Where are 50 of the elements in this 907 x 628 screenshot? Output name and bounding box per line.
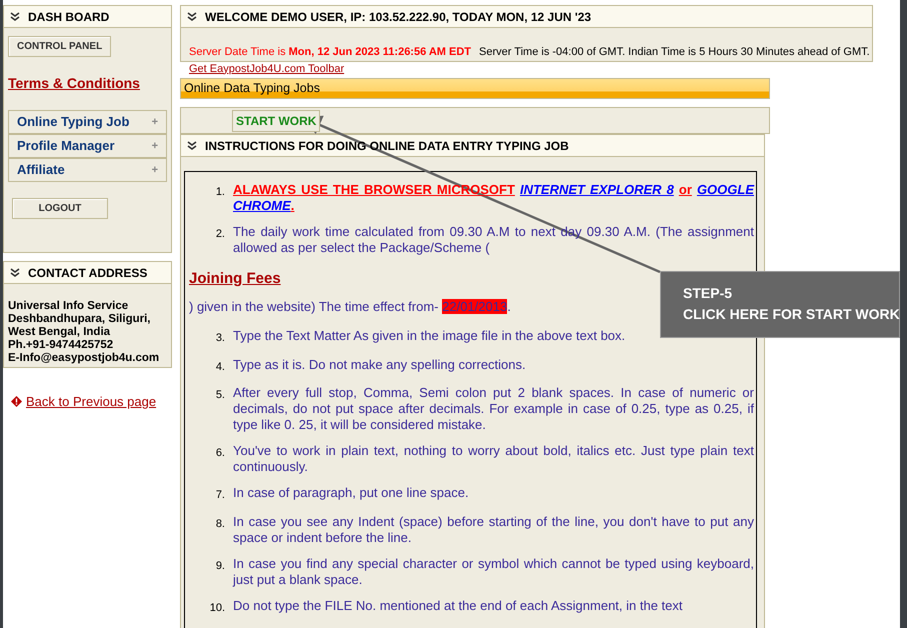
item-number: 9. bbox=[214, 558, 225, 574]
terms-link[interactable]: Terms & Conditions bbox=[8, 75, 140, 91]
instruction-text: You've to work in plain text, nothing to worry about bold, italics etc. Just type plain text continuously. bbox=[233, 443, 754, 475]
instruction-text: Do not type the FILE No. mentioned at the end of each Assignment, in the text bbox=[233, 598, 682, 615]
callout-step: STEP-5 bbox=[683, 283, 899, 304]
item-number: 1. bbox=[214, 185, 225, 200]
instruction-text: After every full stop, Comma, Semi colon put 2 blank spaces. In case of numeric or decimals, do not put space after decimals. For example in case of 0.25, type as 0.25, if type like 0. 25, it will be considered mistake. bbox=[233, 385, 754, 433]
panel-title: CONTACT ADDRESS bbox=[28, 264, 148, 282]
logout-button[interactable]: LOGOUT bbox=[12, 198, 108, 219]
panel-title: DASH BOARD bbox=[28, 8, 110, 26]
welcome-title: WELCOME DEMO USER, IP: 103.52.222.90, TODAY MON, 12 JUN '23 bbox=[205, 8, 592, 26]
menu-label: Affiliate bbox=[17, 161, 65, 180]
item-number: 10. bbox=[208, 600, 225, 616]
item-number: 3. bbox=[214, 331, 225, 346]
start-work-button[interactable]: START WORK bbox=[232, 110, 320, 132]
item-number: 7. bbox=[214, 488, 225, 503]
item-number: 8. bbox=[214, 516, 225, 532]
menu-label: Profile Manager bbox=[17, 137, 115, 156]
menu-item[interactable]: Online Typing Job + bbox=[8, 110, 167, 134]
item-number: 2. bbox=[214, 227, 225, 242]
instructions-title: INSTRUCTIONS FOR DOING ONLINE DATA ENTRY TYPING JOB bbox=[205, 138, 569, 154]
address-line: Deshbandhupara, Siliguri, bbox=[8, 313, 152, 326]
item-number: 5. bbox=[214, 388, 225, 403]
item-number: 6. bbox=[214, 446, 225, 461]
menu-item[interactable]: Affiliate + bbox=[8, 158, 167, 182]
jobs-bar-title: Online Data Typing Jobs bbox=[184, 81, 320, 95]
instruction-text: Type as it is. Do not make any spelling corrections. bbox=[233, 356, 526, 374]
instruction-text: In case you see any Indent (space) before starting of the line, you don't have to put any space or indent before the line. bbox=[233, 514, 754, 546]
instruction-text: Type the Text Matter As given in the image file in the above text box. bbox=[233, 328, 626, 345]
toolbar-link[interactable]: Get EaypostJob4U.com Toolbar bbox=[189, 62, 344, 74]
address-line: E-Info@easypostjob4u.com bbox=[8, 352, 160, 365]
chevron-down-icon bbox=[187, 140, 197, 150]
instruction-text: In case you find any special character or symbol which cannot be typed using keyboard, just put a blank space. bbox=[233, 556, 754, 588]
back-link[interactable]: Back to Previous page bbox=[26, 392, 156, 412]
control-panel-button[interactable]: CONTROL PANEL bbox=[8, 36, 112, 57]
menu-label: Online Typing Job bbox=[17, 113, 130, 132]
address-line: Ph.+91-9474425752 bbox=[8, 339, 114, 352]
menu-item[interactable]: Profile Manager + bbox=[8, 134, 167, 158]
instruction-text: In case of paragraph, put one line space. bbox=[233, 485, 469, 502]
server-time-text: Server Date Time is Mon, 12 Jun 2023 11:26:56 AM EDT bbox=[189, 45, 472, 60]
address-line: West Bengal, India bbox=[8, 326, 112, 339]
joining-fees-heading: Joining Fees bbox=[189, 269, 282, 289]
chevron-down-icon bbox=[187, 12, 197, 22]
chevron-down-icon bbox=[10, 12, 20, 22]
gmt-note: Server Time is -04:00 of GMT. Indian Time is 5 Hours 30 Minutes ahead of GMT. bbox=[479, 45, 870, 60]
chevron-down-icon bbox=[10, 268, 20, 278]
item-number: 4. bbox=[214, 360, 225, 374]
diamond-icon bbox=[11, 396, 22, 408]
callout-text: CLICK HERE FOR START WORK bbox=[683, 305, 899, 324]
address-line: Universal Info Service bbox=[8, 300, 130, 313]
